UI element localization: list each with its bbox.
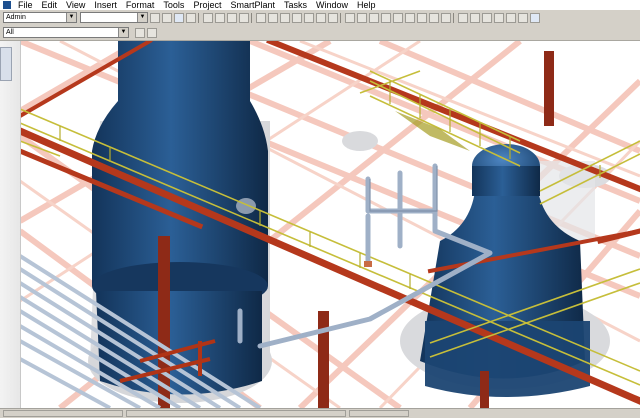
graphic-view[interactable] — [0, 41, 640, 408]
layers-icon[interactable] — [429, 12, 439, 23]
menu-help[interactable]: Help — [353, 0, 381, 10]
permission-group-value: Admin — [6, 14, 26, 21]
shade-icon[interactable] — [393, 12, 403, 23]
menu-window[interactable]: Window — [312, 0, 353, 10]
rotate-icon[interactable] — [268, 12, 278, 23]
menu-bar: File Edit View Insert Format Tools Proje… — [0, 0, 640, 10]
view-front-icon[interactable] — [345, 12, 355, 23]
properties-icon[interactable] — [328, 12, 338, 23]
chevron-down-icon[interactable]: ▼ — [118, 28, 128, 37]
menu-insert[interactable]: Insert — [90, 0, 122, 10]
menu-smartplant[interactable]: SmartPlant — [226, 0, 280, 10]
help-icon[interactable] — [530, 12, 540, 23]
toolbar-separator — [251, 12, 252, 23]
locate-filter-value: All — [6, 29, 14, 36]
view-top-icon[interactable] — [357, 12, 367, 23]
locate-filter-select[interactable]: All ▼ — [3, 27, 129, 38]
new-file-icon[interactable] — [150, 12, 160, 23]
select-icon[interactable] — [280, 12, 290, 23]
view-iso-icon[interactable] — [381, 12, 391, 23]
permission-group-select[interactable]: Admin ▼ — [3, 12, 77, 23]
dropdown-arrow-icon[interactable] — [441, 12, 451, 23]
delete-icon[interactable] — [239, 12, 249, 23]
menu-tasks[interactable]: Tasks — [280, 0, 312, 10]
status-coordinate-panel — [126, 410, 346, 417]
clip-icon[interactable] — [417, 12, 427, 23]
chevron-down-icon[interactable]: ▼ — [137, 13, 147, 22]
zoom-area-icon[interactable] — [494, 12, 504, 23]
filter-properties-icon[interactable] — [135, 27, 145, 38]
pan-icon[interactable] — [482, 12, 492, 23]
active-filter-select[interactable]: ▼ — [80, 12, 148, 23]
filter-edit-icon[interactable] — [147, 27, 157, 38]
open-folder-icon[interactable] — [162, 12, 172, 23]
redo-icon[interactable] — [304, 12, 314, 23]
save-icon[interactable] — [174, 12, 184, 23]
status-bar — [0, 408, 640, 418]
undo-icon[interactable] — [292, 12, 302, 23]
status-mode-panel — [349, 410, 409, 417]
cut-icon[interactable] — [203, 12, 213, 23]
copy-icon[interactable] — [215, 12, 225, 23]
model-3d-view[interactable] — [0, 41, 640, 408]
toolbar-separator — [198, 12, 199, 23]
chevron-down-icon[interactable]: ▼ — [66, 13, 76, 22]
toolbar-separator — [340, 12, 341, 23]
view-side-icon[interactable] — [369, 12, 379, 23]
workspace-explorer-tab[interactable] — [0, 47, 12, 81]
measure-icon[interactable] — [518, 12, 528, 23]
menu-edit[interactable]: Edit — [38, 0, 63, 10]
menu-tools[interactable]: Tools — [159, 0, 189, 10]
print-icon[interactable] — [186, 12, 196, 23]
status-message-panel — [3, 410, 123, 417]
ghost-vessel — [342, 131, 378, 151]
fly-icon[interactable] — [506, 12, 516, 23]
left-dock-panel — [0, 41, 21, 408]
main-toolbar: Admin ▼ ▼ — [0, 10, 640, 25]
menu-format[interactable]: Format — [122, 0, 160, 10]
pipe-fitting — [364, 261, 372, 267]
move-icon[interactable] — [256, 12, 266, 23]
locate-toolbar: All ▼ — [0, 25, 640, 41]
app-icon[interactable] — [3, 1, 11, 9]
zoom-icon[interactable] — [458, 12, 468, 23]
refresh-icon[interactable] — [316, 12, 326, 23]
fit-icon[interactable] — [470, 12, 480, 23]
toolbar-separator — [453, 12, 454, 23]
paste-icon[interactable] — [227, 12, 237, 23]
menu-view[interactable]: View — [62, 0, 90, 10]
menu-project[interactable]: Project — [189, 0, 226, 10]
menu-file[interactable]: File — [14, 0, 38, 10]
wireframe-icon[interactable] — [405, 12, 415, 23]
